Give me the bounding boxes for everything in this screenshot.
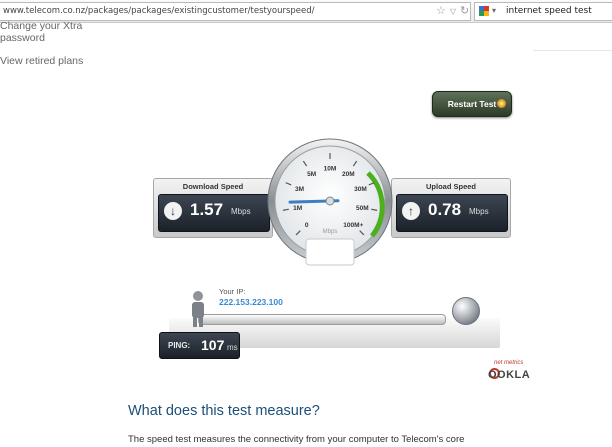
address-bar[interactable]: www.telecom.co.nz/packages/packages/exis… bbox=[0, 2, 471, 21]
gauge-tick-label: 20M bbox=[342, 171, 355, 178]
ip-value: 222.153.223.100 bbox=[219, 297, 283, 307]
ookla-logo[interactable]: net metrics OOKLA bbox=[488, 360, 531, 384]
search-query: internet speed test bbox=[506, 6, 592, 16]
upload-unit: Mbps bbox=[469, 207, 489, 216]
link-text-line2: password bbox=[0, 32, 45, 44]
upload-title: Upload Speed bbox=[425, 182, 476, 191]
download-value: 1.57 bbox=[190, 200, 224, 219]
gauge-tick-label: 100M+ bbox=[343, 222, 363, 229]
dropdown-icon[interactable]: ▽ bbox=[450, 5, 456, 18]
glow-icon bbox=[497, 99, 506, 108]
link-text-line1: Change your Xtra bbox=[0, 20, 83, 32]
search-engine-dropdown-icon[interactable]: ▾ bbox=[492, 6, 496, 15]
search-engine-icon[interactable] bbox=[479, 6, 489, 17]
ping-value: 107 bbox=[201, 337, 225, 353]
gauge-tick-label: 1M bbox=[293, 205, 302, 212]
ping-readout: PING: 107 ms bbox=[159, 332, 240, 359]
section-heading: What does this test measure? bbox=[128, 403, 320, 419]
ping-unit: ms bbox=[227, 343, 238, 352]
view-retired-plans-link[interactable]: View retired plans bbox=[0, 55, 83, 67]
ip-label: Your IP: bbox=[219, 287, 246, 296]
download-readout: ↓ 1.57 Mbps bbox=[158, 194, 270, 232]
download-arrow-icon: ↓ bbox=[164, 202, 182, 220]
reload-icon[interactable]: ↻ bbox=[460, 5, 469, 18]
gauge-hub bbox=[325, 196, 335, 206]
ookla-name: OOKLA bbox=[488, 369, 531, 381]
download-unit: Mbps bbox=[231, 207, 251, 216]
upload-readout: ↑ 0.78 Mbps bbox=[396, 194, 508, 232]
restart-test-button[interactable]: Restart Test bbox=[432, 91, 512, 117]
ookla-byline: net metrics bbox=[494, 360, 524, 366]
section-body: The speed test measures the connectivity… bbox=[128, 434, 465, 445]
speed-gauge: 0 1M 3M 5M 10M 20M 30M 50M 100M+ Mbps bbox=[267, 138, 393, 266]
gauge-tick-label: 10M bbox=[324, 166, 337, 173]
progress-track bbox=[198, 314, 446, 325]
gauge-tick-label: 30M bbox=[354, 186, 367, 193]
upload-arrow-icon: ↑ bbox=[402, 202, 420, 220]
divider bbox=[533, 50, 612, 51]
gauge-tick-label: 5M bbox=[307, 171, 316, 178]
person-icon bbox=[192, 291, 204, 327]
globe-icon bbox=[452, 297, 480, 325]
upload-value: 0.78 bbox=[428, 200, 462, 219]
url-text: www.telecom.co.nz/packages/packages/exis… bbox=[3, 6, 315, 16]
gauge-tick-label: 0 bbox=[305, 222, 309, 229]
gauge-unit-label: Mbps bbox=[323, 229, 338, 235]
gauge-tick-label: 3M bbox=[295, 186, 304, 193]
restart-test-label: Restart Test bbox=[447, 99, 497, 109]
download-panel: Download Speed ↓ 1.57 Mbps bbox=[153, 178, 273, 238]
gauge-readout-window bbox=[305, 238, 355, 266]
star-icon[interactable]: ☆ bbox=[436, 5, 446, 18]
upload-panel: Upload Speed ↑ 0.78 Mbps bbox=[391, 178, 511, 238]
change-password-link[interactable]: Change your Xtra password bbox=[0, 20, 82, 44]
gauge-tick-label: 50M bbox=[356, 205, 369, 212]
ping-label: PING: bbox=[168, 341, 191, 350]
browser-toolbar: www.telecom.co.nz/packages/packages/exis… bbox=[0, 0, 612, 23]
search-bar[interactable]: ▾ internet speed test bbox=[474, 2, 612, 21]
download-title: Download Speed bbox=[182, 182, 244, 191]
